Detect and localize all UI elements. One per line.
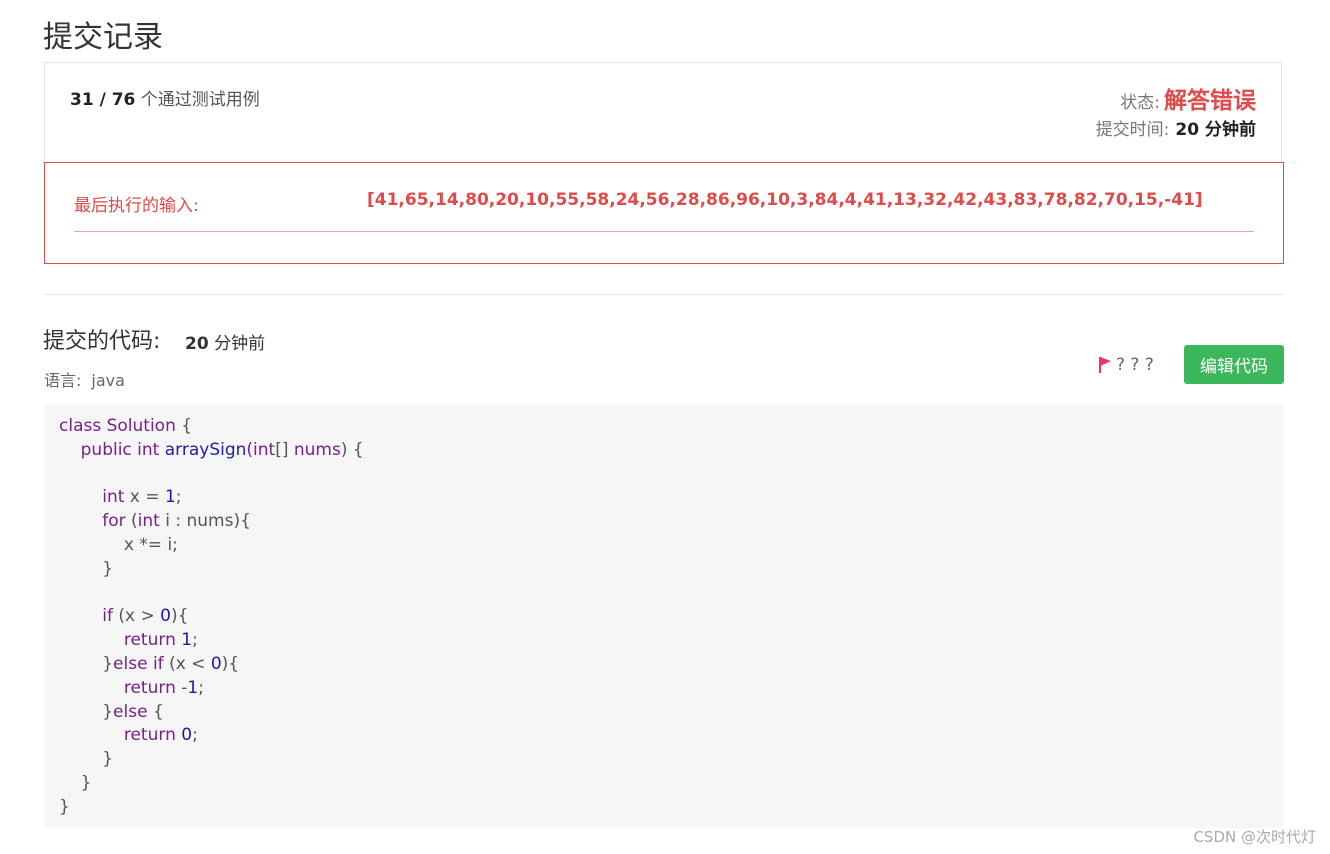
- code-token: {: [147, 701, 164, 722]
- code-token: {: [175, 416, 193, 436]
- error-divider: [74, 231, 1254, 232]
- testcase-summary: 31 / 76 个通过测试用例: [70, 85, 260, 110]
- code-token: ;: [175, 487, 182, 508]
- code-token: (x <: [163, 653, 211, 674]
- code-token: ){: [170, 606, 189, 627]
- code-line: }: [59, 772, 1269, 796]
- code-token: }: [59, 772, 92, 793]
- last-input-value: [41,65,14,80,20,10,55,58,24,56,28,86,96,…: [367, 190, 1203, 210]
- code-line: return 0;: [59, 724, 1269, 748]
- code-token: 1: [181, 630, 193, 651]
- code-token: return: [123, 677, 176, 698]
- code-token: 0: [160, 606, 171, 627]
- code-token: else if: [113, 653, 164, 674]
- code-token: for: [102, 511, 126, 532]
- page-title: 提交记录: [43, 20, 163, 55]
- language-line: 语言: java: [44, 367, 125, 391]
- code-line: }: [59, 796, 1269, 820]
- code-time-suffix: 分钟前: [214, 334, 266, 354]
- watermark: CSDN @次时代灯: [1193, 828, 1316, 846]
- code-token: 1: [164, 487, 176, 508]
- language-value: java: [91, 371, 125, 390]
- code-line: for (int i : nums){: [59, 510, 1269, 534]
- last-input-label: 最后执行的输入:: [74, 196, 199, 216]
- code-line: return -1;: [59, 677, 1269, 701]
- code-token: }: [59, 558, 114, 579]
- code-submit-time: 20 分钟前: [185, 329, 265, 354]
- code-token: 1: [187, 677, 199, 698]
- code-token: x =: [124, 487, 165, 508]
- code-token: (x >: [112, 606, 161, 627]
- code-token: ;: [192, 725, 198, 746]
- passed-suffix: 个通过测试用例: [140, 90, 260, 110]
- code-token: int: [102, 487, 125, 508]
- code-token: }: [59, 796, 70, 817]
- code-token: }: [59, 701, 114, 722]
- error-box: 最后执行的输入: [41,65,14,80,20,10,55,58,24,56,…: [44, 162, 1284, 264]
- code-block: class Solution { public int arraySign(in…: [44, 405, 1284, 828]
- status-line: 状态: 解答错误: [1120, 81, 1256, 115]
- flag-icon[interactable]: [1098, 356, 1112, 374]
- code-token: public int: [80, 439, 165, 460]
- flag-text: ? ? ?: [1116, 355, 1154, 375]
- flag-group[interactable]: ? ? ?: [1098, 355, 1154, 375]
- code-line: public int arraySign(int[] nums) {: [59, 439, 1269, 463]
- code-token: (: [125, 511, 138, 532]
- code-token: else: [113, 701, 148, 722]
- code-line: return 1;: [59, 629, 1269, 653]
- submit-time-line: 提交时间: 20 分钟前: [1096, 115, 1256, 140]
- code-token: if: [102, 606, 113, 627]
- section-divider: [44, 294, 1284, 295]
- code-token: ) {: [340, 439, 364, 460]
- code-token: ){: [221, 653, 240, 674]
- language-label: 语言:: [44, 371, 82, 390]
- code-token: arraySign: [164, 439, 247, 460]
- code-token: 0: [181, 725, 193, 746]
- code-line: x *= i;: [59, 534, 1269, 558]
- edit-code-button[interactable]: 编辑代码: [1184, 345, 1284, 384]
- code-token: ;: [192, 630, 198, 651]
- submit-time-value: 20 分钟前: [1175, 120, 1256, 140]
- code-line: }: [59, 748, 1269, 772]
- code-line: if (x > 0){: [59, 605, 1269, 629]
- code-token: return: [123, 630, 176, 651]
- code-time-value: 20: [185, 334, 209, 354]
- code-token: -: [175, 677, 188, 698]
- code-section-title: 提交的代码:: [43, 329, 161, 354]
- code-token: return: [123, 725, 176, 746]
- code-token: }: [59, 653, 114, 674]
- code-token: 0: [210, 653, 222, 674]
- code-token: ;: [198, 677, 204, 698]
- passed-count: 31 / 76: [70, 90, 136, 110]
- status-label: 状态:: [1120, 93, 1160, 113]
- code-token: }: [59, 749, 114, 770]
- code-token: x *= i;: [59, 534, 178, 555]
- code-line: int x = 1;: [59, 486, 1269, 510]
- code-line: }else {: [59, 701, 1269, 725]
- code-line: }else if (x < 0){: [59, 653, 1269, 677]
- code-token: []: [275, 439, 294, 460]
- code-token: (int: [246, 439, 276, 460]
- code-line: class Solution {: [59, 415, 1269, 439]
- code-line: }: [59, 558, 1269, 582]
- code-token: nums: [293, 439, 341, 460]
- code-token: int: [137, 511, 160, 532]
- submit-time-label: 提交时间:: [1095, 120, 1170, 140]
- status-value: 解答错误: [1164, 88, 1256, 114]
- code-token: i : nums){: [159, 511, 251, 532]
- code-token: class Solution: [59, 416, 176, 436]
